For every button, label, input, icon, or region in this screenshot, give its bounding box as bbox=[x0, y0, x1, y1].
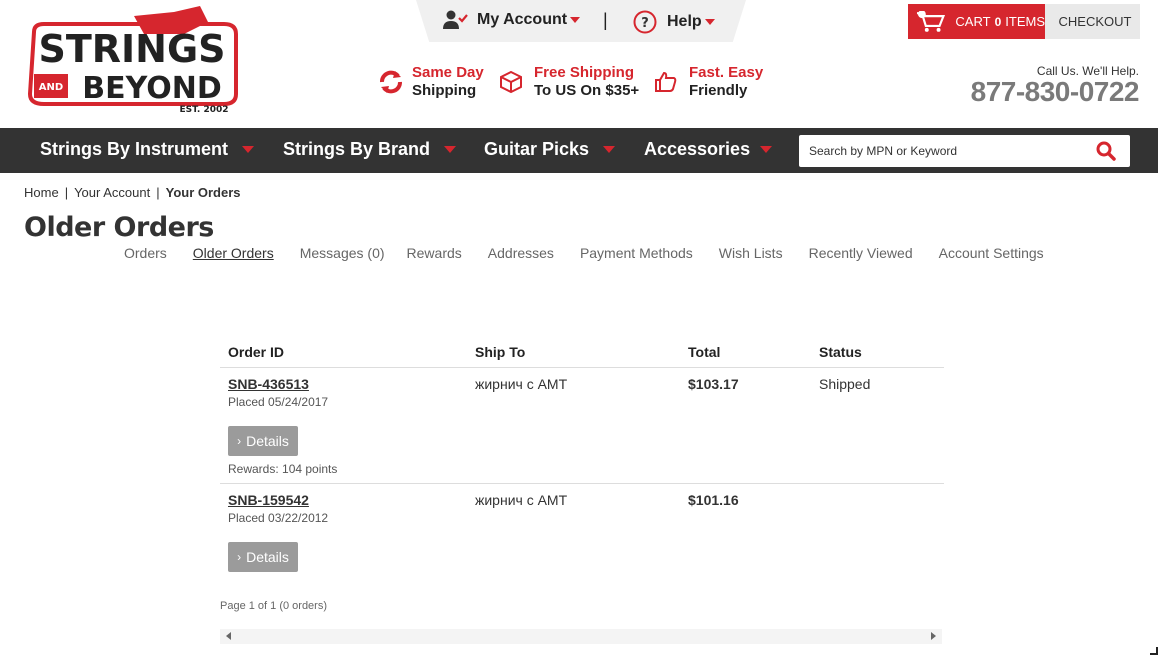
order-id-link[interactable]: SNB-159542 bbox=[228, 492, 309, 508]
chevron-down-icon bbox=[704, 19, 715, 25]
tab-messages[interactable]: Messages (0) bbox=[300, 245, 385, 261]
table-header: Order ID Ship To Total Status bbox=[220, 340, 944, 368]
tab-account-settings[interactable]: Account Settings bbox=[939, 245, 1044, 261]
feature-friendly: Fast. Easy Friendly bbox=[654, 64, 763, 100]
scroll-left-icon[interactable] bbox=[226, 632, 231, 640]
help-label: Help bbox=[667, 13, 702, 30]
help-icon: ? bbox=[633, 10, 657, 34]
svg-text:BEYOND: BEYOND bbox=[82, 71, 222, 106]
cart-icon bbox=[916, 10, 946, 32]
order-id-link[interactable]: SNB-436513 bbox=[228, 376, 309, 392]
feature-subtitle: Friendly bbox=[689, 82, 748, 99]
cart-count: 0 bbox=[994, 14, 1002, 29]
nav-guitar-picks[interactable]: Guitar Picks bbox=[484, 139, 616, 160]
cart-items-label: ITEMS bbox=[1005, 14, 1045, 29]
breadcrumb-current: Your Orders bbox=[165, 185, 241, 200]
cart-label: CART bbox=[955, 14, 991, 29]
cart-button[interactable]: CART 0 ITEMS bbox=[908, 4, 1045, 39]
strings-and-beyond-logo[interactable]: STRINGS AND BEYOND EST. 2002 bbox=[24, 4, 240, 116]
nav-label: Guitar Picks bbox=[484, 139, 590, 159]
feature-title: Fast. Easy bbox=[689, 64, 764, 81]
chevron-down-icon bbox=[603, 146, 616, 153]
header-ship-to: Ship To bbox=[475, 344, 526, 360]
tab-older-orders[interactable]: Older Orders bbox=[193, 245, 274, 261]
main-nav: Strings By Instrument Strings By Brand G… bbox=[0, 128, 1158, 173]
chevron-right-icon: › bbox=[237, 550, 242, 564]
feature-free-shipping: Free Shipping To US On $35+ bbox=[499, 64, 639, 100]
phone-number[interactable]: 877-830-0722 bbox=[971, 76, 1140, 108]
details-button[interactable]: › Details bbox=[228, 426, 298, 456]
feature-title: Same Day bbox=[412, 64, 484, 81]
thumbs-up-icon bbox=[655, 71, 677, 92]
details-label: Details bbox=[246, 433, 289, 449]
breadcrumb-account[interactable]: Your Account bbox=[74, 185, 150, 200]
search-icon[interactable] bbox=[1096, 141, 1116, 161]
feature-subtitle: To US On $35+ bbox=[534, 82, 640, 99]
order-total: $103.17 bbox=[688, 376, 739, 392]
tab-recently-viewed[interactable]: Recently Viewed bbox=[809, 245, 913, 261]
checkout-button[interactable]: CHECKOUT bbox=[1050, 4, 1140, 39]
tab-orders[interactable]: Orders bbox=[124, 245, 167, 261]
search-input[interactable] bbox=[809, 141, 1079, 161]
order-total: $101.16 bbox=[688, 492, 739, 508]
details-button[interactable]: › Details bbox=[228, 542, 298, 572]
orders-table: Order ID Ship To Total Status SNB-436513… bbox=[220, 340, 944, 584]
table-row: SNB-436513 Placed 05/24/2017 › Details R… bbox=[220, 368, 944, 484]
nav-strings-by-brand[interactable]: Strings By Brand bbox=[283, 139, 457, 160]
breadcrumb: Home | Your Account | Your Orders bbox=[24, 185, 241, 200]
table-row: SNB-159542 Placed 03/22/2012 › Details ж… bbox=[220, 484, 944, 584]
tab-payment-methods[interactable]: Payment Methods bbox=[580, 245, 693, 261]
header-status: Status bbox=[819, 344, 862, 360]
pagination-info: Page 1 of 1 (0 orders) bbox=[220, 600, 328, 612]
box-icon bbox=[500, 70, 522, 94]
order-placed-date: Placed 03/22/2012 bbox=[228, 511, 329, 525]
nav-accessories[interactable]: Accessories bbox=[644, 139, 773, 160]
details-label: Details bbox=[246, 549, 289, 565]
refresh-icon bbox=[380, 70, 402, 94]
nav-strings-by-instrument[interactable]: Strings By Instrument bbox=[40, 139, 255, 160]
nav-label: Accessories bbox=[644, 139, 751, 159]
svg-text:EST. 2002: EST. 2002 bbox=[179, 105, 228, 115]
user-check-icon bbox=[443, 10, 468, 29]
search-box bbox=[799, 135, 1130, 167]
feature-subtitle: Shipping bbox=[412, 82, 477, 99]
order-status: Shipped bbox=[819, 376, 871, 392]
header-order-id: Order ID bbox=[228, 344, 285, 360]
feature-title: Free Shipping bbox=[534, 64, 635, 81]
svg-text:AND: AND bbox=[39, 82, 63, 93]
chevron-down-icon bbox=[242, 146, 255, 153]
svg-text:STRINGS: STRINGS bbox=[38, 27, 225, 71]
feature-same-day: Same Day Shipping bbox=[378, 64, 484, 100]
horizontal-scrollbar[interactable] bbox=[220, 629, 942, 644]
order-placed-date: Placed 05/24/2017 bbox=[228, 395, 329, 409]
nav-label: Strings By Brand bbox=[283, 139, 431, 159]
svg-text:?: ? bbox=[641, 16, 649, 31]
order-ship-to: жирнич с АМТ bbox=[475, 492, 568, 508]
tab-rewards[interactable]: Rewards bbox=[407, 245, 462, 261]
breadcrumb-home[interactable]: Home bbox=[24, 185, 59, 200]
scroll-right-icon[interactable] bbox=[931, 632, 936, 640]
my-account-label: My Account bbox=[477, 11, 568, 28]
site-header: STRINGS AND BEYOND EST. 2002 My Account … bbox=[0, 0, 1158, 128]
tab-addresses[interactable]: Addresses bbox=[488, 245, 554, 261]
help-menu[interactable]: ? Help bbox=[633, 10, 715, 34]
chevron-down-icon bbox=[444, 146, 457, 153]
chevron-down-icon bbox=[760, 146, 773, 153]
chevron-down-icon bbox=[570, 17, 581, 23]
resize-corner-icon bbox=[1150, 647, 1158, 655]
account-menu-separator: | bbox=[603, 10, 608, 30]
order-rewards: Rewards: 104 points bbox=[228, 462, 338, 476]
order-ship-to: жирнич с АМТ bbox=[475, 376, 568, 392]
tab-wish-lists[interactable]: Wish Lists bbox=[719, 245, 783, 261]
nav-label: Strings By Instrument bbox=[40, 139, 229, 159]
account-tabs: Orders Older Orders Messages (0) Rewards… bbox=[124, 245, 1070, 261]
cart-widget: CART 0 ITEMS CHECKOUT bbox=[908, 4, 1140, 39]
my-account-menu[interactable]: My Account bbox=[443, 10, 581, 30]
page-title: Older Orders bbox=[24, 212, 214, 243]
chevron-right-icon: › bbox=[237, 434, 242, 448]
header-total: Total bbox=[688, 344, 721, 360]
